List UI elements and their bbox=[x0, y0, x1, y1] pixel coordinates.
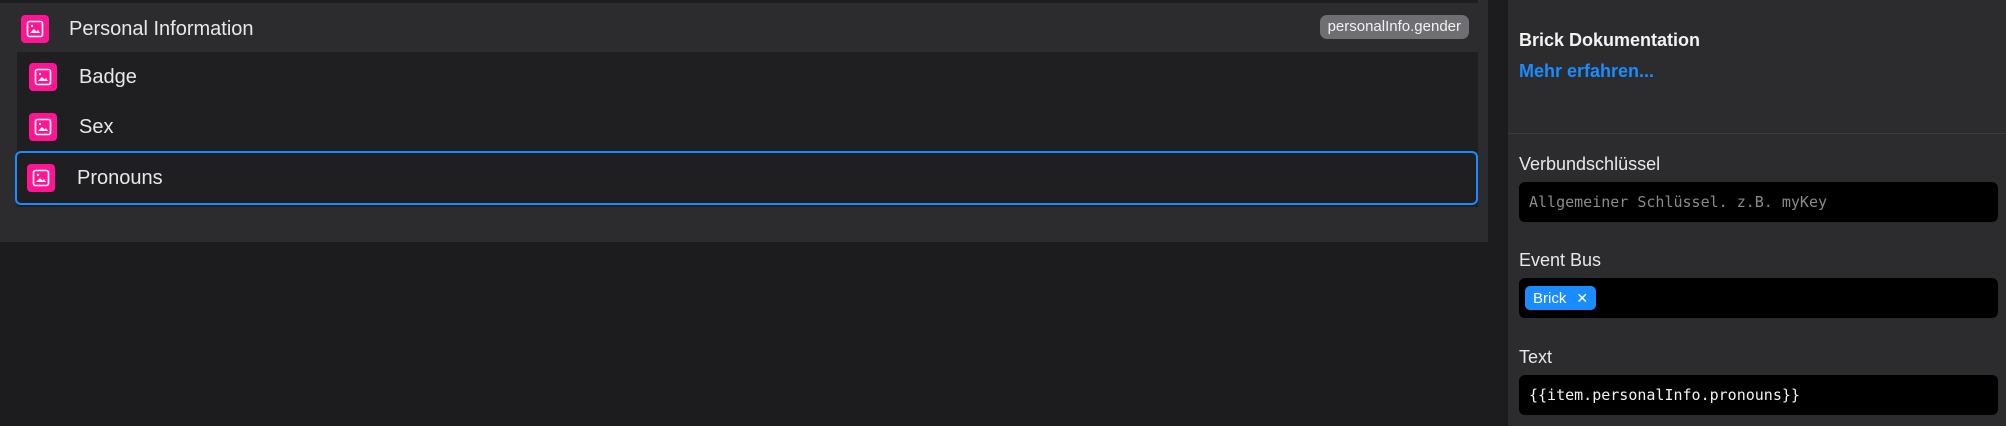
image-icon bbox=[29, 63, 57, 91]
tree-item-badge[interactable]: Badge bbox=[17, 52, 1478, 102]
image-icon bbox=[21, 15, 49, 43]
learn-more-link[interactable]: Mehr erfahren... bbox=[1519, 61, 1654, 82]
canvas-area: Personal Information personalInfo.gender… bbox=[0, 0, 1488, 426]
composite-key-input[interactable]: Allgemeiner Schlüssel. z.B. myKey bbox=[1519, 182, 1998, 222]
brick-tree-panel: Personal Information personalInfo.gender… bbox=[0, 0, 1488, 242]
image-icon bbox=[27, 164, 55, 192]
event-bus-chip[interactable]: Brick ✕ bbox=[1525, 286, 1597, 310]
chip-label: Brick bbox=[1533, 289, 1567, 307]
text-field-value: {{item.personalInfo.pronouns}} bbox=[1529, 386, 1800, 404]
close-icon[interactable]: ✕ bbox=[1576, 290, 1588, 307]
composite-key-label: Verbundschlüssel bbox=[1519, 154, 1661, 174]
text-field-label: Text bbox=[1519, 347, 1553, 367]
tree-item-sex[interactable]: Sex bbox=[17, 102, 1478, 152]
composite-key-placeholder: Allgemeiner Schlüssel. z.B. myKey bbox=[1529, 193, 1828, 211]
tree-item-label: Badge bbox=[79, 65, 137, 88]
properties-panel: Brick Dokumentation Mehr erfahren... Ver… bbox=[1508, 0, 2006, 426]
image-icon bbox=[29, 113, 57, 141]
top-divider bbox=[0, 0, 1478, 3]
tree-group-label: Personal Information bbox=[69, 17, 254, 40]
section-divider bbox=[1508, 133, 2006, 134]
binding-tag: personalInfo.gender bbox=[1319, 15, 1469, 39]
panel-divider bbox=[1488, 0, 1508, 426]
tree-item-pronouns[interactable]: Pronouns bbox=[15, 151, 1478, 205]
tree-group-personal-information[interactable]: Personal Information personalInfo.gender bbox=[0, 6, 1478, 52]
tree-children: Badge Sex Pronouns bbox=[15, 52, 1478, 207]
event-bus-label: Event Bus bbox=[1519, 250, 1602, 270]
tree-item-label: Pronouns bbox=[77, 166, 163, 189]
brick-documentation-title: Brick Dokumentation bbox=[1519, 30, 1701, 50]
text-field-input[interactable]: {{item.personalInfo.pronouns}} bbox=[1519, 375, 1998, 415]
event-bus-input[interactable]: Brick ✕ bbox=[1519, 278, 1998, 318]
tree-item-label: Sex bbox=[79, 115, 114, 138]
